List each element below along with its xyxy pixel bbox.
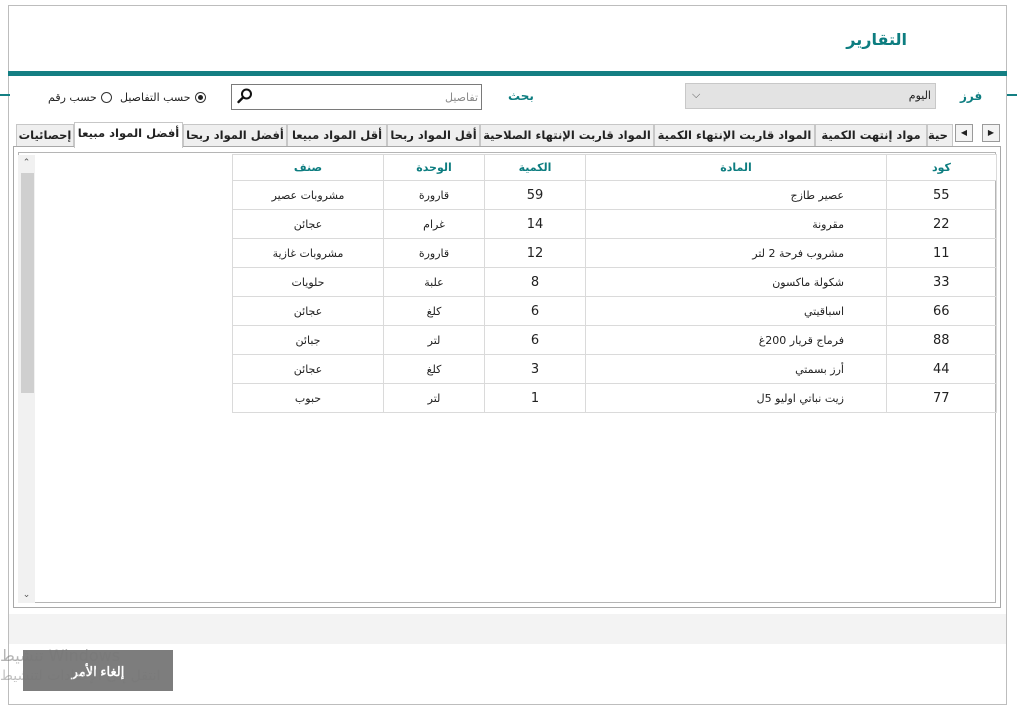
page-title: التقارير [846,30,907,49]
cell-unit: قارورة [383,180,485,210]
report-tabs: إحصائيات أفضل المواد مبيعا أفضل المواد ر… [14,122,1007,148]
radio-details-dot[interactable] [194,91,206,103]
tab-best-selling[interactable]: أفضل المواد مبيعا [74,122,183,148]
table-row[interactable]: حبوب لتر 1 زيت نباتي اوليو 5ل 77 [232,383,997,413]
search-label: بحث [508,89,534,103]
cell-code: 22 [886,209,997,239]
table-row[interactable]: عجائن كلغ 3 أرز بسمتي 44 [232,354,997,384]
cell-item: اسباقيتي [585,296,887,326]
cell-unit: لتر [383,325,485,355]
cell-code: 44 [886,354,997,384]
cell-qty: 3 [484,354,586,384]
sort-label: فرز [960,89,983,103]
cell-unit: كلغ [383,354,485,384]
best-selling-table: صنف الوحدة الكمية المادة كود مشروبات عصي… [232,154,997,413]
table-row[interactable]: عجائن كلغ 6 اسباقيتي 66 [232,296,997,326]
table-row[interactable]: جبائن لتر 6 فرماج قريار 200غ 88 [232,325,997,355]
header-code[interactable]: كود [886,154,997,181]
cell-unit: لتر [383,383,485,413]
cell-qty: 14 [484,209,586,239]
cell-item: مقرونة [585,209,887,239]
radio-number-dot[interactable] [100,91,112,103]
tab-near-expiry[interactable]: المواد قاربت الإنتهاء الصلاحية [480,124,654,146]
header-category[interactable]: صنف [232,154,384,181]
cell-item: شكولة ماكسون [585,267,887,297]
cell-qty: 6 [484,296,586,326]
cell-category: حبوب [232,383,384,413]
cell-qty: 59 [484,180,586,210]
cell-code: 55 [886,180,997,210]
cell-category: حلويات [232,267,384,297]
activation-watermark: تنشيط Windows [0,646,121,665]
tab-scroll-right-button[interactable]: ▶ [982,124,1000,142]
radio-by-number[interactable]: حسب رقم [48,89,112,105]
table-row[interactable]: مشروبات غازية قارورة 12 مشروب فرحة 2 لتر… [232,238,997,268]
cell-unit: كلغ [383,296,485,326]
accent-divider [8,71,1007,76]
tab-near-stock-end[interactable]: المواد قاربت الإنتهاء الكمية [654,124,815,146]
cell-category: عجائن [232,296,384,326]
cell-item: فرماج قريار 200غ [585,325,887,355]
tab-out-of-stock[interactable]: مواد إنتهت الكمية [815,124,927,146]
cell-unit: علبة [383,267,485,297]
cell-category: عجائن [232,209,384,239]
activation-watermark-sub: انتقل إلى الإعدادات لتنشيط [0,668,161,684]
cell-qty: 12 [484,238,586,268]
cell-code: 66 [886,296,997,326]
radio-by-details[interactable]: حسب التفاصيل [120,89,206,105]
cell-item: أرز بسمتي [585,354,887,384]
cell-qty: 6 [484,325,586,355]
scrollbar-thumb[interactable] [21,173,34,393]
tab-least-selling[interactable]: أقل المواد مبيعا [287,124,387,146]
header-unit[interactable]: الوحدة [383,154,485,181]
cell-unit: غرام [383,209,485,239]
chevron-down-icon: ⌵ [692,88,701,101]
cell-qty: 1 [484,383,586,413]
cell-unit: قارورة [383,238,485,268]
cell-category: عجائن [232,354,384,384]
table-row[interactable]: حلويات علبة 8 شكولة ماكسون 33 [232,267,997,297]
tab-scroll-left-button[interactable]: ◀ [955,124,973,142]
tab-least-profitable[interactable]: أقل المواد ربحا [387,124,480,146]
cell-item: زيت نباتي اوليو 5ل [585,383,887,413]
period-select[interactable]: اليوم ⌵ [685,83,936,109]
tab-most-profitable[interactable]: أفضل المواد ربحا [183,124,287,146]
table-row[interactable]: مشروبات عصير قارورة 59 عصير طازج 55 [232,180,997,210]
cell-category: مشروبات غازية [232,238,384,268]
cell-category: جبائن [232,325,384,355]
tab-partial[interactable]: حية [927,124,953,146]
cell-item: عصير طازج [585,180,887,210]
header-item[interactable]: المادة [585,154,887,181]
search-input[interactable] [268,88,478,106]
table-row[interactable]: عجائن غرام 14 مقرونة 22 [232,209,997,239]
cell-item: مشروب فرحة 2 لتر [585,238,887,268]
accent-line-right [1007,94,1017,96]
scroll-up-icon[interactable]: ⌃ [18,155,35,171]
cell-code: 88 [886,325,997,355]
footer-band [9,614,1006,644]
period-value: اليوم [908,89,931,102]
cell-category: مشروبات عصير [232,180,384,210]
accent-line-left [0,94,10,96]
search-icon[interactable] [236,87,254,105]
cell-code: 33 [886,267,997,297]
radio-number-label: حسب رقم [48,90,97,104]
tab-statistics[interactable]: إحصائيات [16,124,74,146]
header-qty[interactable]: الكمية [484,154,586,181]
search-box [231,84,482,110]
cell-code: 11 [886,238,997,268]
scroll-down-icon[interactable]: ⌄ [18,587,35,603]
cell-qty: 8 [484,267,586,297]
vertical-scrollbar[interactable]: ⌃ ⌄ [18,155,35,603]
radio-details-label: حسب التفاصيل [120,90,191,104]
cell-code: 77 [886,383,997,413]
